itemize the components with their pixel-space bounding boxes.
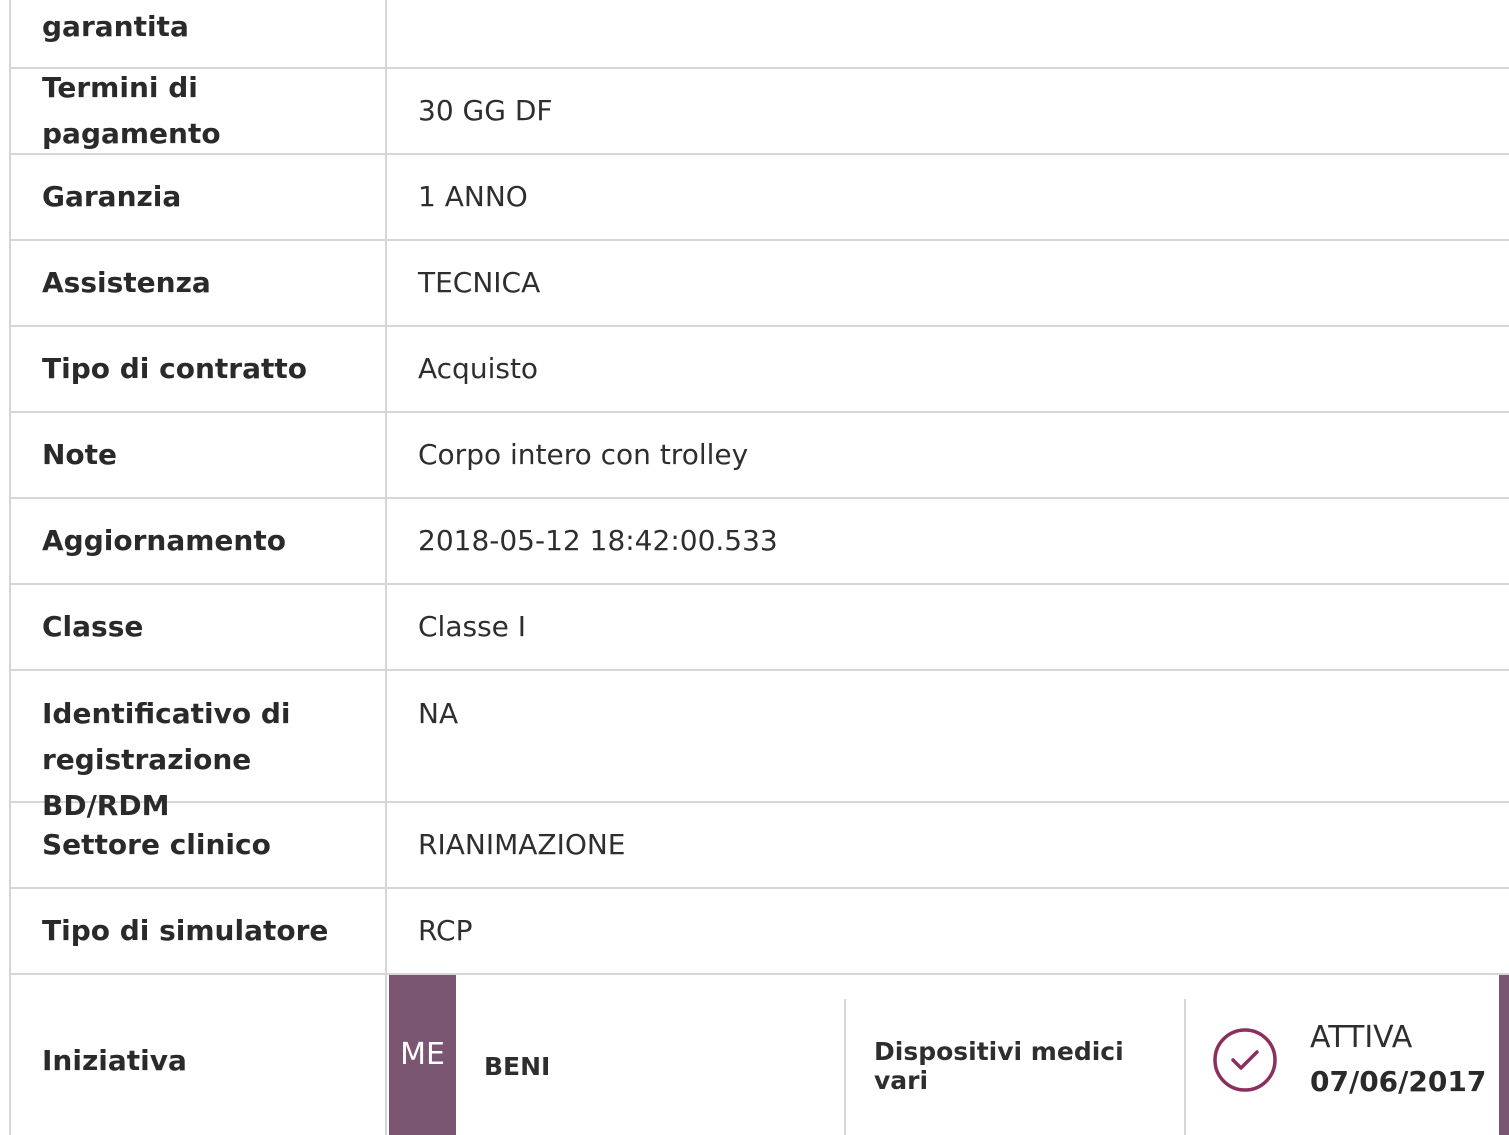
row-value: RIANIMAZIONE xyxy=(418,828,626,861)
table-row: Assistenza TECNICA xyxy=(11,241,1509,327)
row-label-line: Identificativo di xyxy=(42,697,291,730)
row-value: 1 ANNO xyxy=(418,180,528,213)
table-row: garantita xyxy=(11,0,1509,69)
table-row: Aggiornamento 2018-05-12 18:42:00.533 xyxy=(11,499,1509,585)
row-label: Termini di pagamento xyxy=(11,69,387,153)
detail-table: garantita Termini di pagamento 30 GG DF … xyxy=(9,0,1509,1135)
row-label: Identificativo di registrazione BD/RDM xyxy=(11,671,387,822)
row-label: Iniziativa xyxy=(11,975,387,1135)
row-value: 2018-05-12 18:42:00.533 xyxy=(418,524,778,557)
row-value: Corpo intero con trolley xyxy=(418,438,749,471)
table-row: Tipo di contratto Acquisto xyxy=(11,327,1509,413)
table-row: Termini di pagamento 30 GG DF xyxy=(11,69,1509,155)
table-row: Note Corpo intero con trolley xyxy=(11,413,1509,499)
table-row: Classe Classe I xyxy=(11,585,1509,671)
row-label: garantita xyxy=(11,0,387,67)
row-value: NA xyxy=(418,697,459,730)
row-value xyxy=(387,0,1509,67)
row-label: Tipo di simulatore xyxy=(11,889,387,973)
table-row: Garanzia 1 ANNO xyxy=(11,155,1509,241)
row-value: TECNICA xyxy=(418,266,541,299)
check-circle-icon xyxy=(1213,1028,1277,1092)
row-label: Assistenza xyxy=(11,241,387,325)
iniziativa-type: BENI xyxy=(484,1051,551,1081)
row-value: Acquisto xyxy=(418,352,539,385)
table-row: Tipo di simulatore RCP xyxy=(11,889,1509,975)
status-text: ATTIVA 07/06/2017 xyxy=(1310,1016,1486,1104)
accent-bar xyxy=(1499,975,1509,1135)
iniziativa-status: ATTIVA 07/06/2017 xyxy=(1186,975,1509,1135)
table-row: Settore clinico RIANIMAZIONE xyxy=(11,803,1509,889)
status-label: ATTIVA xyxy=(1310,1020,1413,1055)
status-date: 07/06/2017 xyxy=(1310,1065,1487,1098)
iniziativa-card[interactable]: ME BENI Dispositivi medici vari ATTIVA 0… xyxy=(387,975,1509,1135)
me-badge: ME xyxy=(389,975,456,1135)
iniziativa-category: Dispositivi medici vari xyxy=(874,1037,1124,1095)
iniziativa-row: Iniziativa ME BENI Dispositivi medici va… xyxy=(11,975,1509,1135)
row-label: Note xyxy=(11,413,387,497)
row-label: Classe xyxy=(11,585,387,669)
row-label: Settore clinico xyxy=(11,803,387,887)
row-value: 30 GG DF xyxy=(418,94,553,127)
table-row: Identificativo di registrazione BD/RDM N… xyxy=(11,671,1509,822)
row-value: Classe I xyxy=(418,610,527,643)
row-label: Tipo di contratto xyxy=(11,327,387,411)
row-label: Garanzia xyxy=(11,155,387,239)
row-label: Aggiornamento xyxy=(11,499,387,583)
row-value: RCP xyxy=(418,914,473,947)
